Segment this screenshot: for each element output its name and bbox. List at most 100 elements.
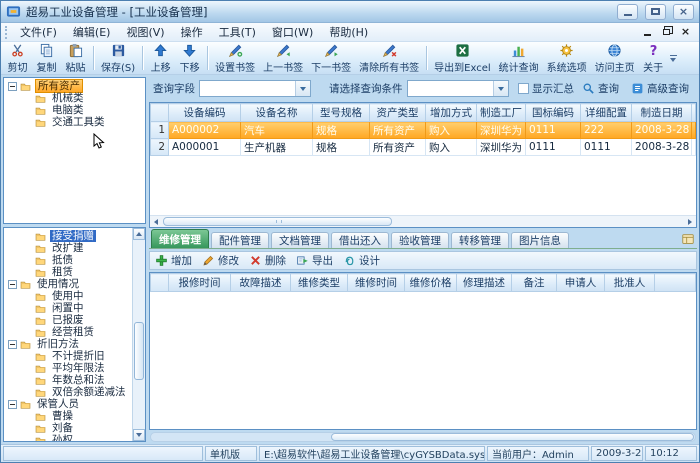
menu-item[interactable]: 工具(T) (211, 22, 264, 42)
tree-item[interactable]: 电脑类 (6, 104, 145, 116)
tree-item[interactable]: 机械类 (6, 92, 145, 104)
column-header[interactable]: 制造工厂 (477, 104, 526, 122)
system-options-button[interactable]: 系统选项 (543, 43, 591, 73)
column-header[interactable]: 修理描述 (457, 274, 512, 292)
tree-item[interactable]: 曹操 (6, 410, 131, 422)
stats-query-button[interactable]: 统计查询 (495, 43, 543, 73)
tab-item[interactable]: 借出还入 (331, 232, 389, 248)
column-header[interactable]: 维修价格 (405, 274, 457, 292)
close-button[interactable]: × (673, 4, 694, 20)
tree-item[interactable]: 交通工具类 (6, 116, 145, 128)
table-row[interactable]: 1A000002汽车规格所有资产购入深圳华为01112222008-3-28 (151, 122, 696, 139)
next-bookmark-button[interactable]: 下一书签 (307, 43, 355, 73)
column-header[interactable]: 设备名称 (241, 104, 313, 122)
tab-item[interactable]: 配件管理 (211, 232, 269, 248)
add-button[interactable]: 增加 (155, 253, 192, 268)
tree-expander[interactable] (8, 280, 17, 289)
column-header[interactable]: 设备编码 (169, 104, 241, 122)
tree-item[interactable]: 闲置中 (6, 302, 131, 314)
tree-item[interactable]: 刘备 (6, 422, 131, 434)
paste-button[interactable]: 粘贴 (61, 43, 90, 73)
combo-dropdown-button[interactable] (295, 81, 310, 96)
search-button[interactable]: 查询 (578, 80, 623, 97)
scroll-up-icon[interactable] (133, 228, 145, 240)
tree-item[interactable]: 所有资产 (6, 80, 145, 92)
move-up-button[interactable]: 上移 (146, 43, 175, 73)
export-button[interactable]: 导出 (296, 253, 333, 268)
tree-expander[interactable] (8, 340, 17, 349)
tree-item[interactable]: 不计提折旧 (6, 350, 131, 362)
column-header[interactable]: 申请人 (557, 274, 605, 292)
visit-homepage-button[interactable]: 访问主页 (591, 43, 639, 73)
tree-item[interactable]: 接受捐赠 (6, 230, 131, 242)
tree-item[interactable]: 使用情况 (6, 278, 131, 290)
query-field-combobox[interactable] (199, 80, 311, 97)
scroll-down-icon[interactable] (133, 429, 145, 441)
column-header[interactable]: 资产类型 (370, 104, 426, 122)
menu-item[interactable]: 窗口(W) (264, 22, 321, 42)
tree-item[interactable]: 经营租赁 (6, 326, 131, 338)
tree-expander[interactable] (8, 82, 17, 91)
modify-button[interactable]: 修改 (202, 253, 239, 268)
grid-horizontal-scrollbar[interactable] (150, 215, 696, 227)
tab-item[interactable]: 转移管理 (451, 232, 509, 248)
scrollbar-thumb[interactable] (163, 217, 392, 226)
tab-repair-management[interactable]: 维修管理 (151, 229, 209, 248)
mdi-restore-button[interactable] (659, 26, 674, 39)
menu-item[interactable]: 编辑(E) (65, 22, 119, 42)
mdi-close-button[interactable]: × (678, 26, 693, 39)
design-button[interactable]: 设计 (343, 253, 380, 268)
menu-item[interactable]: 帮助(H) (321, 22, 376, 42)
tree-item[interactable]: 孙权 (6, 434, 131, 442)
tree-item[interactable]: 平均年限法 (6, 362, 131, 374)
column-header[interactable]: 维修时间 (348, 274, 405, 292)
scrollbar-thumb[interactable] (331, 433, 694, 441)
tree-item[interactable]: 使用中 (6, 290, 131, 302)
export-excel-button[interactable]: 导出到Excel (430, 43, 495, 73)
menu-item[interactable]: 文件(F) (12, 22, 65, 42)
show-summary-checkbox[interactable] (518, 83, 529, 94)
column-header[interactable]: 详细配置 (581, 104, 632, 122)
column-header[interactable]: 备注 (512, 274, 557, 292)
tree-item[interactable]: 双倍余额递减法 (6, 386, 131, 398)
column-header[interactable]: 故障描述 (231, 274, 291, 292)
tree-item[interactable]: 年数总和法 (6, 374, 131, 386)
scrollbar-thumb[interactable] (134, 322, 144, 380)
column-header[interactable]: 报修时间 (169, 274, 231, 292)
column-header[interactable]: 制造日期 (632, 104, 692, 122)
column-header[interactable]: 维修类型 (291, 274, 348, 292)
table-row[interactable]: 2A000001生产机器规格所有资产购入深圳华为011101112008-3-2… (151, 139, 696, 156)
combo-dropdown-button[interactable] (493, 81, 508, 96)
tree-vertical-scrollbar[interactable] (132, 228, 145, 441)
bottom-horizontal-scrollbar[interactable] (150, 432, 696, 442)
menu-item[interactable]: 操作 (173, 22, 211, 42)
scroll-left-icon[interactable] (150, 216, 162, 228)
tree-item[interactable]: 改扩建 (6, 242, 131, 254)
delete-button[interactable]: 删除 (249, 253, 286, 268)
column-header[interactable]: 批准人 (605, 274, 655, 292)
tree-item[interactable]: 抵债 (6, 254, 131, 266)
minimize-button[interactable] (617, 4, 638, 20)
scroll-right-icon[interactable] (684, 216, 696, 228)
query-condition-combobox[interactable] (407, 80, 509, 97)
save-button[interactable]: 保存(S) (97, 43, 139, 73)
tree-item[interactable]: 折旧方法 (6, 338, 131, 350)
menu-item[interactable]: 视图(V) (118, 22, 172, 42)
move-down-button[interactable]: 下移 (175, 43, 204, 73)
prev-bookmark-button[interactable]: 上一书签 (259, 43, 307, 73)
toolbar-overflow-icon[interactable] (668, 43, 679, 73)
column-header[interactable]: 型号规格 (313, 104, 370, 122)
tree-expander[interactable] (8, 400, 17, 409)
tree-item[interactable]: 已报废 (6, 314, 131, 326)
cut-button[interactable]: 剪切 (3, 43, 32, 73)
tree-item[interactable]: 保管人员 (6, 398, 131, 410)
clear-bookmarks-button[interactable]: 清除所有书签 (355, 43, 423, 73)
maximize-button[interactable] (645, 4, 666, 20)
tab-item[interactable]: 文档管理 (271, 232, 329, 248)
set-bookmark-button[interactable]: 设置书签 (211, 43, 259, 73)
tab-options-icon[interactable] (681, 232, 695, 246)
mdi-minimize-button[interactable] (640, 26, 655, 39)
copy-button[interactable]: 复制 (32, 43, 61, 73)
column-header[interactable]: 国标编码 (526, 104, 581, 122)
advanced-search-button[interactable]: 高级查询 (627, 80, 693, 97)
